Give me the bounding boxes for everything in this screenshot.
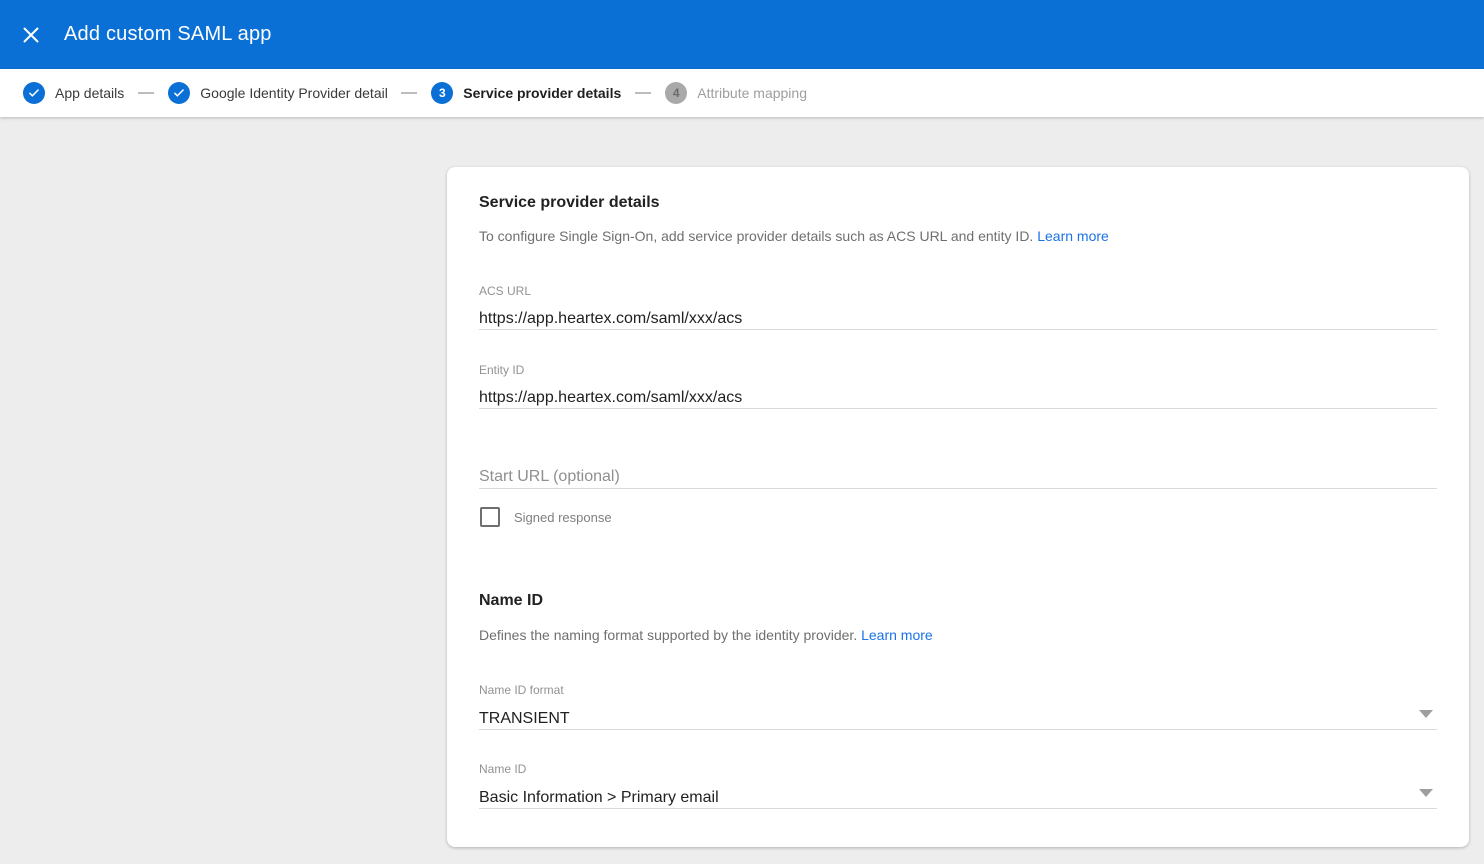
name-id-description-text: Defines the naming format supported by t…	[479, 627, 857, 643]
add-custom-saml-app-dialog: Add custom SAML app App details Google I…	[0, 0, 1484, 864]
service-provider-details-title: Service provider details	[479, 193, 1437, 213]
step-app-details[interactable]: App details	[23, 82, 124, 104]
dropdown-arrow-icon	[1419, 789, 1433, 797]
step-attribute-mapping[interactable]: 4 Attribute mapping	[665, 82, 807, 104]
step-connector	[401, 92, 417, 94]
step-connector	[635, 92, 651, 94]
name-id-format-select[interactable]: Name ID format TRANSIENT	[479, 683, 1437, 730]
entity-id-label: Entity ID	[479, 363, 1437, 377]
service-provider-details-card: Service provider details To configure Si…	[447, 167, 1469, 847]
service-provider-learn-more-link[interactable]: Learn more	[1037, 228, 1109, 244]
name-id-value[interactable]: Basic Information > Primary email	[479, 787, 1437, 809]
signed-response-row[interactable]: Signed response	[479, 507, 1437, 527]
step-4-number-badge: 4	[665, 82, 687, 104]
step-google-idp-details[interactable]: Google Identity Provider details	[168, 82, 387, 104]
start-url-field[interactable]: Start URL (optional)	[479, 465, 1437, 489]
dialog-title: Add custom SAML app	[64, 23, 272, 46]
entity-id-field[interactable]: Entity ID https://app.heartex.com/saml/x…	[479, 363, 1437, 409]
start-url-input[interactable]: Start URL (optional)	[479, 465, 1437, 489]
entity-id-input[interactable]: https://app.heartex.com/saml/xxx/acs	[479, 387, 1437, 409]
step-2-complete-check-icon	[168, 82, 190, 104]
step-3-label: Service provider details	[463, 85, 621, 101]
name-id-format-value[interactable]: TRANSIENT	[479, 708, 1437, 730]
step-1-complete-check-icon	[23, 82, 45, 104]
name-id-label: Name ID	[479, 762, 1437, 776]
dialog-header: Add custom SAML app	[0, 0, 1484, 69]
close-icon	[23, 27, 39, 43]
step-4-label: Attribute mapping	[697, 85, 807, 101]
step-1-label: App details	[55, 85, 124, 101]
signed-response-label: Signed response	[514, 510, 612, 525]
step-service-provider-details[interactable]: 3 Service provider details	[431, 82, 621, 104]
step-connector	[138, 92, 154, 94]
acs-url-field[interactable]: ACS URL https://app.heartex.com/saml/xxx…	[479, 284, 1437, 330]
name-id-select[interactable]: Name ID Basic Information > Primary emai…	[479, 762, 1437, 809]
dropdown-arrow-icon	[1419, 710, 1433, 718]
acs-url-input[interactable]: https://app.heartex.com/saml/xxx/acs	[479, 308, 1437, 330]
step-3-number-badge: 3	[431, 82, 453, 104]
close-button[interactable]	[22, 26, 40, 44]
acs-url-label: ACS URL	[479, 284, 1437, 298]
content-area: Service provider details To configure Si…	[0, 117, 1484, 864]
name-id-description: Defines the naming format supported by t…	[479, 625, 1437, 645]
service-provider-description: To configure Single Sign-On, add service…	[479, 226, 1437, 246]
name-id-format-label: Name ID format	[479, 683, 1437, 697]
service-provider-description-text: To configure Single Sign-On, add service…	[479, 228, 1033, 244]
step-2-label: Google Identity Provider details	[200, 85, 387, 101]
stepper: App details Google Identity Provider det…	[0, 69, 1484, 117]
signed-response-checkbox[interactable]	[480, 507, 500, 527]
name-id-learn-more-link[interactable]: Learn more	[861, 627, 933, 643]
name-id-title: Name ID	[479, 591, 1437, 611]
